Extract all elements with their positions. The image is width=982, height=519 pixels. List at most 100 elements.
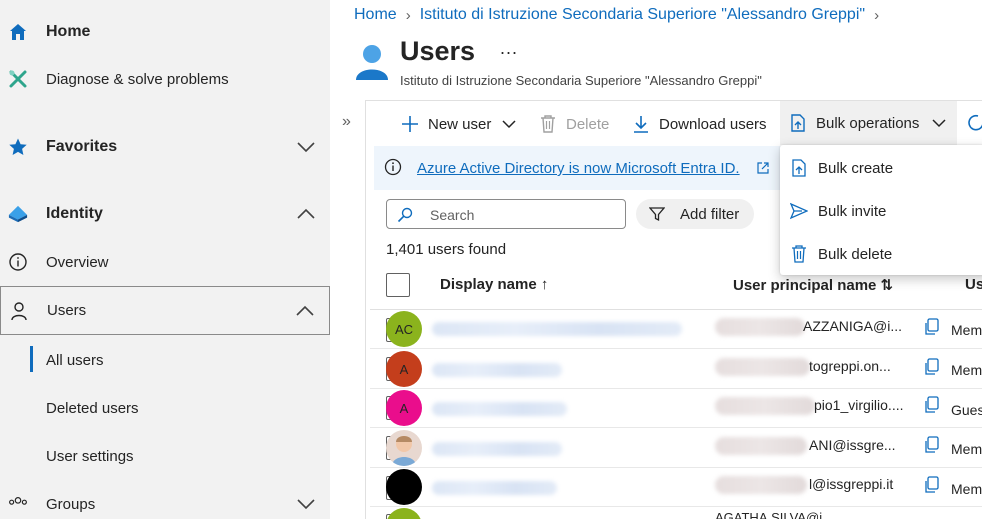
redacted-upn-prefix [715,476,807,494]
sidebar-item-groups[interactable]: Groups [0,481,330,519]
more-options-button[interactable]: ... [500,38,518,59]
redacted-display-name [432,363,562,377]
sidebar-item-label: Identity [46,205,103,222]
bulk-upload-icon [788,113,808,133]
search-placeholder: Search [430,207,475,223]
chevron-down-icon[interactable] [296,141,316,153]
add-filter-label: Add filter [680,206,740,223]
upn-text[interactable]: ANI@issgre... [809,437,896,453]
bulk-create-icon [792,159,806,177]
upn-text[interactable]: AGATHA.SILVA@i... [715,510,833,519]
breadcrumb: Home › Istituto di Istruzione Secondaria… [354,6,888,24]
menu-item-bulk-delete[interactable]: Bulk delete [780,233,982,275]
copy-icon[interactable] [924,436,940,454]
sidebar-item-deleted-users[interactable]: Deleted users [0,385,330,431]
redacted-upn-prefix [715,318,805,336]
select-all-checkbox[interactable] [386,273,410,297]
download-users-button[interactable]: Download users [631,108,767,140]
upn-text[interactable]: AZZANIGA@i... [803,318,902,334]
copy-icon[interactable] [924,396,940,414]
sidebar-item-label: User settings [46,447,134,465]
column-header-display-name[interactable]: Display name ↑ [440,276,548,293]
entra-announcement-link[interactable]: Azure Active Directory is now Microsoft … [417,160,740,177]
chevron-down-icon[interactable] [296,498,316,510]
groups-icon [8,494,28,514]
avatar-photo [386,430,422,466]
column-header-user-type[interactable]: Us [965,276,982,293]
trash-icon [792,245,806,263]
column-header-upn[interactable]: User principal name ⇅ [733,276,893,294]
avatar [386,469,422,505]
new-user-label: New user [428,115,492,133]
sidebar-item-home[interactable]: Home [0,9,330,55]
page-subtitle: Istituto di Istruzione Secondaria Superi… [400,73,762,88]
refresh-icon[interactable] [966,112,982,134]
sidebar-item-user-settings[interactable]: User settings [0,433,330,479]
sidebar-item-identity[interactable]: Identity [0,191,330,237]
delete-button[interactable]: Delete [538,108,609,140]
sidebar-item-users[interactable]: Users [0,286,330,335]
users-page-icon [356,45,388,80]
copy-icon[interactable] [924,318,940,336]
expand-double-chevron-icon[interactable]: » [342,113,351,131]
person-icon [9,301,29,321]
menu-item-label: Bulk invite [818,202,887,220]
chevron-right-icon: › [874,6,880,24]
star-icon [8,137,28,157]
copy-icon[interactable] [924,476,940,494]
upn-text[interactable]: pio1_virgilio.... [814,397,904,413]
identity-diamond-icon [8,204,28,224]
sidebar: Home Diagnose & solve problems Favorites… [0,0,330,519]
upn-text[interactable]: l@issgreppi.it [809,476,893,492]
sidebar-item-favorites[interactable]: Favorites [0,124,330,170]
redacted-display-name [432,442,562,456]
search-input[interactable]: Search [386,199,626,229]
sidebar-item-label: Home [46,23,91,40]
trash-icon [538,114,558,134]
chevron-right-icon: › [405,6,411,24]
menu-item-bulk-invite[interactable]: Bulk invite [780,190,982,232]
download-icon [631,114,651,134]
redacted-upn-prefix [715,358,810,376]
sidebar-item-label: Overview [46,253,109,271]
add-filter-button[interactable]: Add filter [636,199,754,229]
redacted-display-name [432,322,682,336]
user-type-text: Gues [951,402,982,418]
breadcrumb-org-link[interactable]: Istituto di Istruzione Secondaria Superi… [420,6,865,24]
breadcrumb-home-link[interactable]: Home [354,6,397,24]
external-link-icon [757,162,769,174]
chevron-down-icon [932,119,946,128]
sidebar-item-label: Groups [46,495,96,513]
search-icon [397,207,413,223]
new-user-button[interactable]: New user [400,108,517,140]
copy-icon[interactable] [924,358,940,376]
sidebar-item-overview[interactable]: Overview [0,239,330,285]
user-type-text: Mem [951,362,982,378]
user-type-text: Mem [951,481,982,497]
filter-icon [649,207,665,222]
page-title: Users [400,36,476,66]
redacted-display-name [432,481,557,495]
sidebar-item-label: Diagnose & solve problems [46,70,229,88]
sidebar-item-label: Users [47,302,87,319]
bulk-operations-button[interactable]: Bulk operations [780,101,958,145]
home-icon [8,22,28,42]
plus-icon [400,114,420,134]
sidebar-item-all-users[interactable]: All users [0,337,330,383]
results-count: 1,401 users found [386,241,507,258]
user-type-text: Mem [951,322,982,338]
chevron-up-icon[interactable] [296,208,316,220]
redacted-upn-prefix [715,397,815,415]
chevron-up-icon[interactable] [295,305,315,317]
upn-text[interactable]: togreppi.on... [809,358,891,374]
bulk-operations-menu: Bulk create Bulk invite Bulk delete [780,145,982,275]
redacted-upn-prefix [715,437,807,455]
app-root: Home Diagnose & solve problems Favorites… [0,0,982,519]
chevron-down-icon [502,120,516,129]
sidebar-item-label: Deleted users [46,399,139,417]
info-icon [384,158,402,176]
sidebar-item-diagnose[interactable]: Diagnose & solve problems [0,56,330,102]
user-type-text: Mem [951,441,982,457]
menu-item-bulk-create[interactable]: Bulk create [780,147,982,189]
delete-label: Delete [566,115,610,133]
